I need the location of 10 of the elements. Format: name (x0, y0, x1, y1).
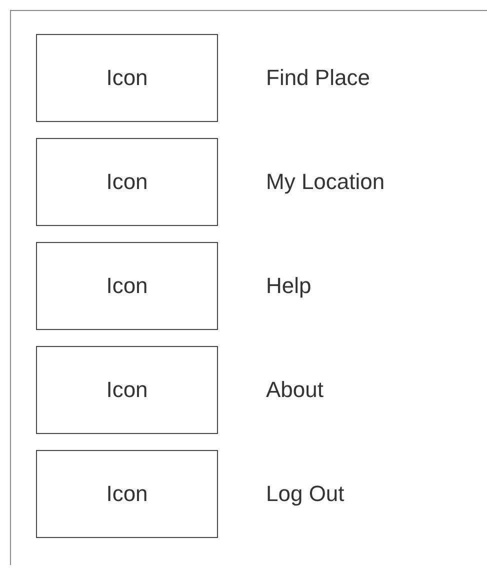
placeholder-label: Icon (106, 273, 148, 299)
placeholder-label: Icon (106, 481, 148, 507)
menu-item[interactable]: Log Out (266, 481, 344, 507)
placeholder-label: Icon (106, 377, 148, 403)
menu-item[interactable]: My Location (266, 169, 385, 195)
menu-item[interactable]: Find Place (266, 65, 370, 91)
menu-item[interactable]: Help (266, 273, 312, 299)
placeholder-label: Icon (106, 65, 148, 91)
menu-item[interactable]: About (266, 377, 324, 403)
placeholder-label: Icon (106, 169, 148, 195)
